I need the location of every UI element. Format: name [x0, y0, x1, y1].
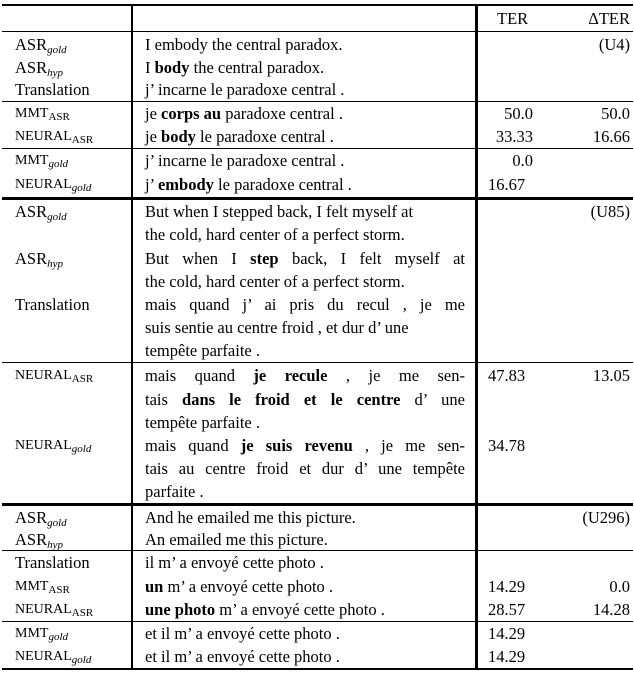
- delta-ter-value: 0.0: [609, 577, 630, 596]
- ter-value: 0.0: [512, 151, 533, 170]
- row-text: tempête parfaite .: [145, 413, 260, 432]
- row-text: parfaite .: [145, 482, 204, 501]
- row-label: MMTgold: [15, 153, 69, 170]
- row-label: MMTASR: [15, 579, 70, 596]
- row-text: mais quand j’ ai pris du recul , je me: [145, 295, 465, 314]
- row-label: NEURALASR: [15, 368, 94, 385]
- delta-ter-value: 13.05: [592, 366, 630, 385]
- table-row: MMTASR un m’ a envoyé cette photo . 14.2…: [2, 575, 633, 598]
- row-label: Translation: [15, 295, 90, 314]
- row-label: NEURALASR: [15, 602, 94, 619]
- table-row: MMTASR je corps au paradoxe central . 50…: [2, 102, 633, 125]
- table-row-continuation: tais dans le froid et le centre d’ une: [2, 388, 633, 411]
- row-text: But when I stepped back, I felt myself a…: [145, 202, 414, 221]
- row-text: je body le paradoxe central .: [145, 127, 334, 146]
- row-text: il m’ a envoyé cette photo .: [145, 553, 324, 572]
- row-text: j’ incarne le paradoxe central .: [145, 80, 345, 99]
- table-row: Translation mais quand j’ ai pris du rec…: [2, 293, 633, 316]
- row-text: et il m’ a envoyé cette photo .: [145, 624, 340, 643]
- ter-value: 14.29: [488, 647, 526, 666]
- row-text: the cold, hard center of a perfect storm…: [145, 272, 405, 291]
- header-rule: [2, 31, 633, 32]
- delta-ter-value: 16.66: [592, 127, 630, 146]
- example-id: (U296): [582, 508, 630, 527]
- table-row: NEURALgold et il m’ a envoyé cette photo…: [2, 645, 633, 668]
- table-row: NEURALASR je body le paradoxe central . …: [2, 125, 633, 148]
- row-label: Translation: [15, 553, 90, 572]
- row-label: NEURALgold: [15, 177, 92, 194]
- ter-value: 16.67: [488, 175, 526, 194]
- table-row: ASRhyp But when I step back, I felt myse…: [2, 247, 633, 270]
- table-row-continuation: parfaite .: [2, 480, 633, 503]
- delta-ter-value: 50.0: [601, 104, 630, 123]
- row-text: And he emailed me this picture.: [145, 508, 356, 527]
- table-row: MMTgold et il m’ a envoyé cette photo . …: [2, 622, 633, 645]
- table-row: MMTgold j’ incarne le paradoxe central .…: [2, 149, 633, 172]
- table-row: ASRgold And he emailed me this picture. …: [2, 506, 633, 529]
- table-row: ASRgold But when I stepped back, I felt …: [2, 200, 633, 223]
- top-rule: [2, 4, 633, 6]
- table-row: ASRhyp I body the central paradox.: [2, 56, 633, 79]
- table-row-continuation: the cold, hard center of a perfect storm…: [2, 270, 633, 293]
- delta-ter-value: 14.28: [592, 600, 630, 619]
- table-row-continuation: the cold, hard center of a perfect storm…: [2, 223, 633, 246]
- ter-value: 14.29: [488, 624, 526, 643]
- table-row: ASRhyp An emailed me this picture.: [2, 528, 633, 551]
- row-text: mais quand je recule , je me sen-: [145, 366, 465, 385]
- table-row: NEURALASR une photo m’ a envoyé cette ph…: [2, 598, 633, 621]
- u85-mid-rule: [2, 362, 633, 363]
- row-text: An emailed me this picture.: [145, 530, 328, 549]
- table-row: NEURALASR mais quand je recule , je me s…: [2, 364, 633, 387]
- col-header-ter: TER: [497, 9, 529, 28]
- row-text: j’ embody le paradoxe central .: [145, 175, 352, 194]
- example-id: (U85): [590, 202, 630, 221]
- table-row-continuation: tais au centre froid et dur d’ une tempê…: [2, 457, 633, 480]
- table-row: NEURALgold mais quand je suis revenu , j…: [2, 434, 633, 457]
- table-row-continuation: tempête parfaite .: [2, 339, 633, 362]
- col-header-delta-ter: ΔTER: [588, 9, 630, 28]
- row-text: tais au centre froid et dur d’ une tempê…: [145, 459, 465, 478]
- row-label: MMTASR: [15, 106, 70, 123]
- row-text: the cold, hard center of a perfect storm…: [145, 225, 405, 244]
- row-text: je corps au paradoxe central .: [145, 104, 343, 123]
- ter-value: 34.78: [488, 436, 526, 455]
- table-row: ASRgold I embody the central paradox. (U…: [2, 33, 633, 56]
- row-text: mais quand je suis revenu , je me sen-: [145, 436, 465, 455]
- row-label: NEURALASR: [15, 129, 94, 146]
- row-label: NEURALgold: [15, 438, 92, 455]
- table-row-continuation: suis sentie au centre froid , et dur d’ …: [2, 316, 633, 339]
- row-text: I body the central paradox.: [145, 58, 325, 77]
- row-text: I embody the central paradox.: [145, 35, 343, 54]
- ter-value: 47.83: [488, 366, 526, 385]
- row-text: et il m’ a envoyé cette photo .: [145, 647, 340, 666]
- table-row: Translation il m’ a envoyé cette photo .: [2, 551, 633, 574]
- ter-value: 33.33: [495, 127, 533, 146]
- header-row: TER ΔTER: [2, 7, 633, 30]
- ter-value: 50.0: [504, 104, 533, 123]
- row-text: j’ incarne le paradoxe central .: [145, 151, 345, 170]
- example-id: (U4): [598, 35, 630, 54]
- ter-value: 28.57: [488, 600, 526, 619]
- table-row-continuation: tempête parfaite .: [2, 411, 633, 434]
- row-label: NEURALgold: [15, 649, 92, 666]
- ter-value: 14.29: [488, 577, 526, 596]
- row-label: MMTgold: [15, 626, 69, 643]
- table-row: NEURALgold j’ embody le paradoxe central…: [2, 173, 633, 196]
- row-text: tempête parfaite .: [145, 341, 260, 360]
- row-text: un m’ a envoyé cette photo .: [145, 577, 334, 596]
- row-label: Translation: [15, 80, 90, 99]
- row-text: suis sentie au centre froid , et dur d’ …: [145, 318, 409, 337]
- row-text: But when I step back, I felt myself at: [145, 249, 465, 268]
- row-text: une photo m’ a envoyé cette photo .: [145, 600, 385, 619]
- row-text: tais dans le froid et le centre d’ une: [145, 390, 465, 409]
- bottom-rule: [2, 668, 633, 670]
- table-row: Translation j’ incarne le paradoxe centr…: [2, 78, 633, 101]
